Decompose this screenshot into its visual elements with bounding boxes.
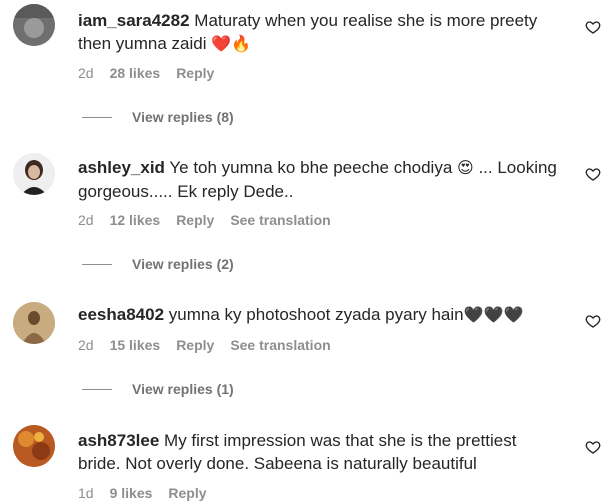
username[interactable]: ash873lee bbox=[78, 431, 159, 450]
avatar[interactable] bbox=[13, 153, 55, 195]
view-replies-button[interactable]: View replies (1) bbox=[82, 381, 234, 397]
comment-meta: 2d 15 likes Reply See translation bbox=[78, 337, 331, 353]
view-replies-button[interactable]: View replies (8) bbox=[82, 109, 234, 125]
black-hearts-emoji: 🖤🖤🖤 bbox=[463, 307, 524, 324]
view-replies-label: View replies (2) bbox=[132, 256, 234, 272]
comment-text: ashley_xid Ye toh yumna ko bhe peeche ch… bbox=[78, 157, 557, 203]
replies-divider bbox=[82, 116, 112, 118]
timestamp: 1d bbox=[78, 485, 94, 501]
heart-icon[interactable] bbox=[585, 19, 601, 35]
comment-meta: 1d 9 likes Reply bbox=[78, 485, 207, 501]
comment-text: iam_sara4282 Maturaty when you realise s… bbox=[78, 10, 557, 56]
likes-count[interactable]: 28 likes bbox=[110, 65, 161, 81]
username[interactable]: iam_sara4282 bbox=[78, 11, 190, 30]
timestamp: 2d bbox=[78, 212, 94, 228]
view-replies-label: View replies (8) bbox=[132, 109, 234, 125]
avatar[interactable] bbox=[13, 4, 55, 46]
likes-count[interactable]: 15 likes bbox=[110, 337, 161, 353]
comment-text: eesha8402 yumna ky photoshoot zyada pyar… bbox=[78, 304, 557, 328]
comment-body: Ye toh yumna ko bhe peeche chodiya bbox=[169, 158, 453, 177]
timestamp: 2d bbox=[78, 65, 94, 81]
comment-text: ash873lee My first impression was that s… bbox=[78, 430, 557, 475]
avatar-image bbox=[13, 153, 55, 195]
view-replies-button[interactable]: View replies (2) bbox=[82, 256, 234, 272]
likes-count[interactable]: 9 likes bbox=[110, 485, 153, 501]
likes-count[interactable]: 12 likes bbox=[110, 212, 161, 228]
reply-button[interactable]: Reply bbox=[176, 212, 214, 228]
comment-body: yumna ky photoshoot zyada pyary hain bbox=[168, 305, 464, 324]
reply-button[interactable]: Reply bbox=[176, 337, 214, 353]
heart-eyes-emoji: 😍 bbox=[457, 160, 474, 177]
see-translation-button[interactable]: See translation bbox=[230, 337, 330, 353]
avatar-image bbox=[13, 4, 55, 46]
see-translation-button[interactable]: See translation bbox=[230, 212, 330, 228]
reply-button[interactable]: Reply bbox=[176, 65, 214, 81]
comment-meta: 2d 28 likes Reply bbox=[78, 65, 214, 81]
username[interactable]: eesha8402 bbox=[78, 305, 164, 324]
username[interactable]: ashley_xid bbox=[78, 158, 165, 177]
heart-icon[interactable] bbox=[585, 439, 601, 455]
heart-icon[interactable] bbox=[585, 166, 601, 182]
heart-icon[interactable] bbox=[585, 313, 601, 329]
avatar[interactable] bbox=[13, 425, 55, 467]
view-replies-label: View replies (1) bbox=[132, 381, 234, 397]
avatar-image bbox=[13, 302, 55, 344]
comment-meta: 2d 12 likes Reply See translation bbox=[78, 212, 331, 228]
timestamp: 2d bbox=[78, 337, 94, 353]
avatar[interactable] bbox=[13, 302, 55, 344]
heart-fire-emoji: ❤️🔥 bbox=[211, 35, 252, 53]
avatar-image bbox=[13, 425, 55, 467]
replies-divider bbox=[82, 263, 112, 265]
replies-divider bbox=[82, 388, 112, 390]
reply-button[interactable]: Reply bbox=[168, 485, 206, 501]
